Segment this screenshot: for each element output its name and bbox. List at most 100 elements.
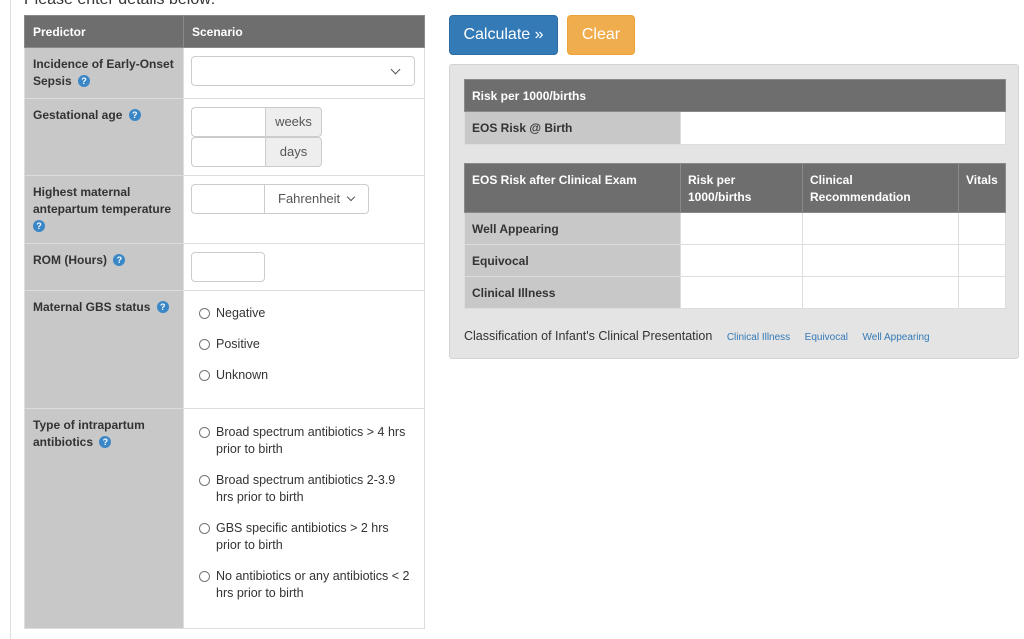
radio-button[interactable] — [199, 308, 210, 319]
temperature-unit-value: Fahrenheit — [278, 191, 341, 206]
exam-vitals-cell — [958, 212, 1006, 245]
radio-label: Unknown — [216, 368, 269, 382]
rom-label: ROM (Hours) — [33, 253, 107, 267]
exam-header: Clinical Recommendation — [802, 163, 959, 213]
gbs-option-unknown[interactable]: Unknown — [199, 367, 424, 384]
incidence-select[interactable] — [191, 56, 415, 86]
gbs-option-positive[interactable]: Positive — [199, 336, 424, 353]
gbs-option-negative[interactable]: Negative — [199, 305, 424, 322]
exam-row-label: Equivocal — [464, 244, 681, 277]
gbs-row: Maternal GBS status ? Negative Positive … — [24, 290, 425, 409]
weeks-input[interactable] — [191, 107, 265, 137]
gestational-row: Gestational age ? weeks days — [24, 98, 425, 176]
gestational-label-cell: Gestational age ? — [24, 98, 184, 176]
days-input-group: days — [191, 137, 417, 167]
help-icon[interactable]: ? — [33, 220, 45, 232]
risk-header: Risk per 1000/births — [464, 79, 1006, 112]
days-addon: days — [265, 137, 322, 167]
exam-header: Risk per 1000/births — [680, 163, 803, 213]
results-panel: Risk per 1000/births EOS Risk @ Birth EO… — [449, 64, 1019, 359]
predictor-header: Predictor — [24, 15, 184, 48]
antibiotics-label-cell: Type of intrapartum antibiotics ? — [24, 408, 184, 629]
exam-header-row: EOS Risk after Clinical Exam Risk per 10… — [464, 163, 1006, 213]
temperature-label: Highest maternal antepartum temperature — [33, 185, 172, 216]
exam-recommendation-cell — [802, 276, 959, 309]
incidence-row: Incidence of Early-Onset Sepsis ? — [24, 47, 425, 99]
page-left-border — [10, 0, 11, 639]
gestational-label: Gestational age — [33, 108, 123, 122]
incidence-scenario-cell — [183, 47, 425, 99]
birth-risk-table: Risk per 1000/births EOS Risk @ Birth — [464, 79, 1006, 145]
antibiotics-option[interactable]: Broad spectrum antibiotics > 4 hrs prior… — [199, 424, 412, 458]
antibiotics-option[interactable]: GBS specific antibiotics > 2 hrs prior t… — [199, 520, 412, 554]
predictor-table-header: Predictor Scenario — [24, 15, 425, 48]
antibiotics-row: Type of intrapartum antibiotics ? Broad … — [24, 408, 425, 629]
antibiotics-option[interactable]: No antibiotics or any antibiotics < 2 hr… — [199, 568, 412, 602]
rom-label-cell: ROM (Hours) ? — [24, 243, 184, 291]
intro-text: Please enter details below: — [24, 0, 215, 9]
radio-label: Positive — [216, 337, 260, 351]
radio-label: Broad spectrum antibiotics > 4 hrs prior… — [216, 425, 406, 456]
antibiotics-option[interactable]: Broad spectrum antibiotics 2-3.9 hrs pri… — [199, 472, 412, 506]
gbs-label: Maternal GBS status — [33, 300, 151, 314]
exam-risk-cell — [680, 276, 803, 309]
exam-risk-table: EOS Risk after Clinical Exam Risk per 10… — [464, 163, 1006, 309]
exam-row-label: Well Appearing — [464, 212, 681, 245]
radio-button[interactable] — [199, 370, 210, 381]
exam-vitals-cell — [958, 276, 1006, 309]
rom-scenario-cell — [183, 243, 425, 291]
legend-link-equivocal[interactable]: Equivocal — [805, 332, 848, 343]
radio-button[interactable] — [199, 427, 210, 438]
days-input[interactable] — [191, 137, 265, 167]
radio-button[interactable] — [199, 475, 210, 486]
clear-button[interactable]: Clear — [567, 15, 635, 55]
eos-birth-label: EOS Risk @ Birth — [464, 111, 681, 145]
gestational-scenario-cell: weeks days — [183, 98, 425, 176]
gbs-label-cell: Maternal GBS status ? — [24, 290, 184, 409]
calculate-button[interactable]: Calculate » — [449, 15, 558, 55]
legend-link-clinical-illness[interactable]: Clinical Illness — [727, 332, 790, 343]
exam-risk-cell — [680, 244, 803, 277]
eos-birth-value — [680, 111, 1006, 145]
radio-button[interactable] — [199, 571, 210, 582]
temperature-scenario-cell: Fahrenheit — [183, 175, 425, 244]
radio-button[interactable] — [199, 339, 210, 350]
temperature-input[interactable] — [191, 184, 265, 214]
temperature-unit-select[interactable]: Fahrenheit — [265, 184, 369, 214]
rom-row: ROM (Hours) ? — [24, 243, 425, 291]
scenario-header: Scenario — [183, 15, 425, 48]
radio-button[interactable] — [199, 523, 210, 534]
legend-link-well-appearing[interactable]: Well Appearing — [863, 332, 930, 343]
exam-recommendation-cell — [802, 212, 959, 245]
temperature-label-cell: Highest maternal antepartum temperature … — [24, 175, 184, 244]
antibiotics-label: Type of intrapartum antibiotics — [33, 418, 145, 449]
temperature-row: Highest maternal antepartum temperature … — [24, 175, 425, 244]
help-icon[interactable]: ? — [99, 436, 112, 448]
clinical-presentation-legend: Classification of Infant's Clinical Pres… — [464, 329, 930, 343]
predictor-table: Predictor Scenario Incidence of Early-On… — [24, 15, 425, 629]
radio-label: Broad spectrum antibiotics 2-3.9 hrs pri… — [216, 473, 396, 504]
weeks-addon: weeks — [265, 107, 322, 137]
exam-risk-cell — [680, 212, 803, 245]
exam-row-label: Clinical Illness — [464, 276, 681, 309]
exam-row: Equivocal — [464, 244, 1006, 277]
help-icon[interactable]: ? — [156, 301, 169, 313]
exam-header: Vitals — [958, 163, 1006, 213]
exam-recommendation-cell — [802, 244, 959, 277]
exam-row: Clinical Illness — [464, 276, 1006, 309]
rom-input[interactable] — [191, 252, 265, 282]
birth-risk-header-row: Risk per 1000/births — [464, 79, 1006, 112]
chevron-down-icon — [390, 64, 401, 75]
temperature-input-group: Fahrenheit — [191, 184, 417, 214]
legend-label: Classification of Infant's Clinical Pres… — [464, 329, 713, 343]
weeks-input-group: weeks — [191, 107, 417, 137]
radio-label: GBS specific antibiotics > 2 hrs prior t… — [216, 521, 389, 552]
gbs-scenario-cell: Negative Positive Unknown — [183, 290, 425, 409]
chevron-down-icon — [346, 192, 356, 202]
antibiotics-scenario-cell: Broad spectrum antibiotics > 4 hrs prior… — [183, 408, 425, 629]
help-icon[interactable]: ? — [113, 254, 126, 266]
incidence-label-cell: Incidence of Early-Onset Sepsis ? — [24, 47, 184, 99]
help-icon[interactable]: ? — [78, 75, 91, 87]
exam-header: EOS Risk after Clinical Exam — [464, 163, 681, 213]
help-icon[interactable]: ? — [128, 109, 141, 121]
